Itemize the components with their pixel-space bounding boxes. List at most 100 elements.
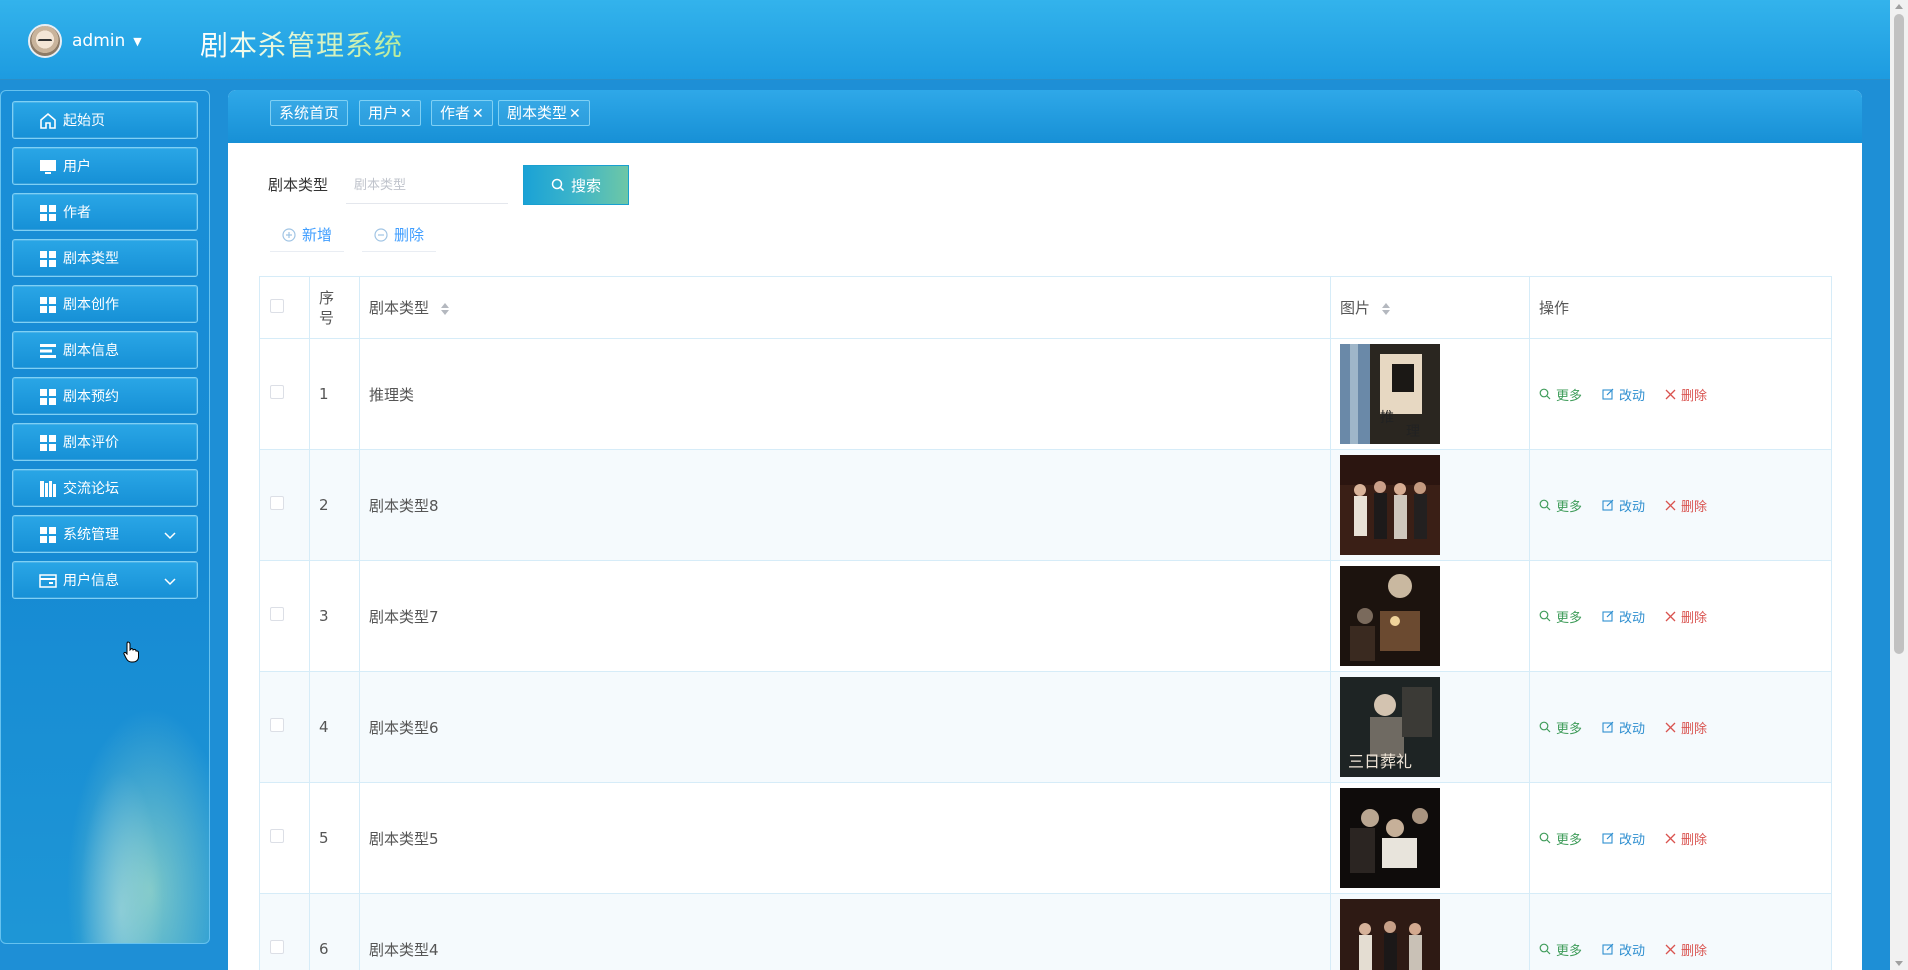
table-row[interactable]: 3 剧本类型7 更多 改动 删除 [259, 560, 1832, 672]
close-icon[interactable]: ✕ [400, 106, 412, 122]
edit-icon [1602, 610, 1614, 622]
tab-home[interactable]: 系统首页 [270, 100, 349, 126]
row-thumbnail[interactable] [1340, 788, 1440, 888]
sidebar-item-authors[interactable]: 作者 [12, 193, 198, 231]
more-button[interactable]: 更多 [1539, 718, 1582, 737]
row-type: 推理类 [359, 338, 1331, 450]
row-thumbnail[interactable]: 三日葬礼 [1340, 677, 1440, 777]
batch-delete-button[interactable]: 删除 [362, 218, 437, 252]
table-row[interactable]: 2 剧本类型8 更多 改动 删除 [259, 449, 1832, 561]
edit-button[interactable]: 改动 [1602, 829, 1645, 848]
sidebar-item-label: 剧本类型 [63, 251, 119, 267]
row-thumbnail[interactable]: 推理 [1340, 344, 1440, 444]
sidebar-item-system-management[interactable]: 系统管理 [12, 515, 198, 553]
tab-users[interactable]: 用户 ✕ [359, 100, 421, 126]
row-type-text: 剧本类型6 [369, 718, 439, 737]
add-button[interactable]: 新增 [270, 218, 345, 252]
more-button[interactable]: 更多 [1539, 829, 1582, 848]
username[interactable]: admin [72, 31, 125, 51]
row-index: 5 [309, 782, 360, 894]
table-row[interactable]: 5 剧本类型5 更多 改动 删除 [259, 782, 1832, 894]
scroll-up-icon[interactable] [1895, 4, 1903, 9]
sidebar-item-label: 剧本创作 [63, 297, 119, 313]
scroll-down-icon[interactable] [1895, 961, 1903, 966]
row-checkbox[interactable] [270, 496, 284, 510]
more-button[interactable]: 更多 [1539, 385, 1582, 404]
column-header-image[interactable]: 图片 [1330, 276, 1530, 339]
row-ops-cell: 更多 改动 删除 [1529, 449, 1832, 561]
chevron-down-icon[interactable] [163, 526, 177, 544]
close-icon[interactable]: ✕ [472, 106, 484, 122]
delete-button[interactable]: 删除 [1665, 385, 1707, 404]
sidebar-item-forum[interactable]: 交流论坛 [12, 469, 198, 507]
row-checkbox[interactable] [270, 607, 284, 621]
sidebar-item-script-booking[interactable]: 剧本预约 [12, 377, 198, 415]
tab-authors[interactable]: 作者 ✕ [431, 100, 493, 126]
row-type: 剧本类型7 [359, 560, 1331, 672]
row-checkbox[interactable] [270, 385, 284, 399]
column-header-type[interactable]: 剧本类型 [359, 276, 1331, 339]
row-index-text: 6 [319, 940, 329, 958]
avatar[interactable] [28, 24, 62, 58]
row-select-cell [259, 671, 310, 783]
edit-button[interactable]: 改动 [1602, 718, 1645, 737]
table-row[interactable]: 6 剧本类型4 更多 改动 删除 [259, 893, 1832, 970]
row-checkbox[interactable] [270, 940, 284, 954]
row-type: 剧本类型8 [359, 449, 1331, 561]
row-select-cell [259, 560, 310, 672]
row-thumbnail[interactable] [1340, 455, 1440, 555]
delete-button[interactable]: 删除 [1665, 496, 1707, 515]
edit-button[interactable]: 改动 [1602, 607, 1645, 626]
select-all-checkbox[interactable] [270, 298, 284, 313]
table-row[interactable]: 4 剧本类型6 三日葬礼 更多 改动 删除 [259, 671, 1832, 783]
column-index-label: 序号 [319, 288, 335, 327]
tab-script-types[interactable]: 剧本类型 ✕ [498, 100, 590, 126]
row-checkbox[interactable] [270, 718, 284, 732]
sidebar-item-label: 作者 [63, 205, 91, 221]
edit-button[interactable]: 改动 [1602, 940, 1645, 959]
close-icon[interactable]: ✕ [569, 106, 581, 122]
sort-icon[interactable] [1381, 302, 1391, 316]
edit-button[interactable]: 改动 [1602, 385, 1645, 404]
sidebar-item-script-types[interactable]: 剧本类型 [12, 239, 198, 277]
row-index-text: 2 [319, 496, 329, 514]
search-button[interactable]: 搜索 [523, 165, 629, 205]
table-row[interactable]: 1 推理类推理更多 改动 删除 [259, 338, 1832, 450]
sidebar-item-label: 用户信息 [63, 573, 119, 589]
more-button[interactable]: 更多 [1539, 607, 1582, 626]
sidebar-item-script-review[interactable]: 剧本评价 [12, 423, 198, 461]
edit-label: 改动 [1619, 388, 1646, 404]
row-type: 剧本类型5 [359, 782, 1331, 894]
sidebar-item-label: 起始页 [63, 113, 105, 129]
user-menu[interactable]: admin ▼ [28, 24, 142, 58]
row-thumbnail[interactable] [1340, 566, 1440, 666]
batch-delete-label: 删除 [394, 226, 425, 244]
caret-down-icon[interactable]: ▼ [133, 35, 141, 48]
edit-button[interactable]: 改动 [1602, 496, 1645, 515]
edit-label: 改动 [1619, 721, 1646, 737]
sidebar-item-home[interactable]: 起始页 [12, 101, 198, 139]
sidebar-item-users[interactable]: 用户 [12, 147, 198, 185]
more-label: 更多 [1556, 943, 1583, 959]
more-button[interactable]: 更多 [1539, 496, 1582, 515]
row-checkbox[interactable] [270, 829, 284, 843]
edit-icon [1602, 943, 1614, 955]
sidebar-item-label: 剧本评价 [63, 435, 119, 451]
sort-icon[interactable] [440, 302, 450, 316]
search-input[interactable] [346, 166, 508, 204]
grid-icon [40, 251, 56, 267]
more-button[interactable]: 更多 [1539, 940, 1582, 959]
delete-button[interactable]: 删除 [1665, 940, 1707, 959]
chevron-down-icon[interactable] [163, 572, 177, 590]
sidebar-item-script-info[interactable]: 剧本信息 [12, 331, 198, 369]
grid-icon [40, 297, 56, 313]
grid-icon [40, 205, 56, 221]
sidebar-item-script-creation[interactable]: 剧本创作 [12, 285, 198, 323]
row-thumbnail[interactable] [1340, 899, 1440, 970]
delete-button[interactable]: 删除 [1665, 718, 1707, 737]
sidebar-item-user-info[interactable]: 用户信息 [12, 561, 198, 599]
scrollbar-thumb[interactable] [1894, 14, 1904, 654]
delete-button[interactable]: 删除 [1665, 829, 1707, 848]
delete-button[interactable]: 删除 [1665, 607, 1707, 626]
page-scrollbar[interactable] [1890, 0, 1908, 970]
